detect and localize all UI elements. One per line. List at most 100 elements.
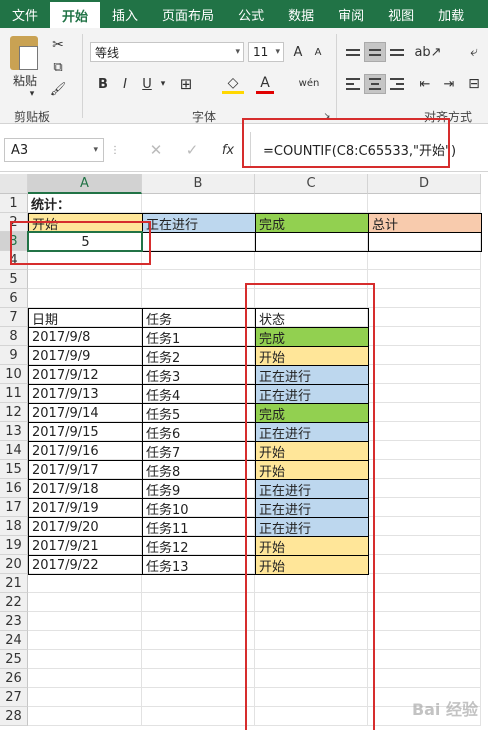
task-cell[interactable]: 任务1 (142, 327, 256, 347)
cell[interactable] (368, 555, 481, 574)
cell[interactable] (255, 289, 368, 308)
cell[interactable] (28, 688, 142, 707)
cut-icon[interactable]: ✂ (48, 36, 68, 54)
tab-0[interactable]: 文件 (0, 0, 50, 28)
cell[interactable] (28, 289, 142, 308)
cell[interactable] (255, 688, 368, 707)
paste-button[interactable]: 粘贴 (8, 72, 42, 88)
formula-input[interactable]: =COUNTIF(C8:C65533,"开始") (250, 132, 488, 166)
cell[interactable] (368, 422, 481, 441)
row-header[interactable]: 13 (0, 422, 28, 441)
cell[interactable] (28, 593, 142, 612)
cell[interactable] (142, 669, 255, 688)
paste-icon[interactable] (10, 36, 38, 70)
align-middle-icon[interactable] (364, 42, 386, 62)
wrap-text-icon[interactable]: ⤶ (462, 42, 486, 62)
align-right-icon[interactable] (386, 74, 408, 94)
cell[interactable] (255, 669, 368, 688)
cell[interactable] (28, 270, 142, 289)
status-cell[interactable]: 开始 (255, 555, 369, 575)
status-cell[interactable]: 正在进行 (255, 498, 369, 518)
date-cell[interactable]: 2017/9/9 (28, 346, 143, 366)
date-cell[interactable]: 2017/9/21 (28, 536, 143, 556)
row-header[interactable]: 20 (0, 555, 28, 574)
row-header[interactable]: 5 (0, 270, 28, 289)
fill-color-icon[interactable]: ◇ (222, 74, 244, 94)
task-cell[interactable]: 任务5 (142, 403, 256, 423)
cell[interactable] (368, 574, 481, 593)
summary-header-cell[interactable]: 完成 (255, 213, 369, 233)
chevron-down-icon[interactable]: ▾ (158, 74, 168, 94)
status-cell[interactable]: 开始 (255, 441, 369, 461)
cell[interactable] (255, 707, 368, 726)
tab-1[interactable]: 开始 (50, 2, 101, 28)
column-header-a[interactable]: A (28, 174, 142, 194)
cell[interactable] (142, 270, 255, 289)
underline-button[interactable]: U (138, 74, 156, 94)
cell[interactable] (368, 441, 481, 460)
insert-function-button[interactable]: fx (218, 140, 238, 160)
date-cell[interactable]: 2017/9/19 (28, 498, 143, 518)
task-cell[interactable]: 任务6 (142, 422, 256, 442)
column-header-c[interactable]: C (255, 174, 368, 194)
cell[interactable] (368, 403, 481, 422)
drag-handle-icon[interactable]: ⋮ (110, 142, 120, 158)
cell[interactable] (28, 669, 142, 688)
align-center-icon[interactable] (364, 74, 386, 94)
status-cell[interactable]: 开始 (255, 460, 369, 480)
cell[interactable] (142, 707, 255, 726)
column-header-b[interactable]: B (142, 174, 255, 194)
row-header[interactable]: 1 (0, 194, 28, 213)
phonetic-button[interactable]: wén (296, 72, 322, 94)
cell[interactable] (28, 650, 142, 669)
row-header[interactable]: 28 (0, 707, 28, 726)
summary-header-cell[interactable]: 正在进行 (142, 213, 256, 233)
cell[interactable] (368, 289, 481, 308)
summary-title[interactable]: 统计： (28, 194, 142, 213)
summary-value-cell[interactable] (142, 232, 256, 252)
tab-5[interactable]: 数据 (276, 0, 326, 28)
status-cell[interactable]: 正在进行 (255, 365, 369, 385)
row-header[interactable]: 16 (0, 479, 28, 498)
row-header[interactable]: 6 (0, 289, 28, 308)
cell[interactable] (142, 650, 255, 669)
row-header[interactable]: 2 (0, 213, 28, 232)
status-cell[interactable]: 完成 (255, 327, 369, 347)
tab-8[interactable]: 加载 (426, 0, 476, 28)
task-cell[interactable]: 任务11 (142, 517, 256, 537)
cell[interactable] (255, 270, 368, 289)
count-result-cell[interactable]: 5 (28, 232, 143, 252)
merge-cells-icon[interactable]: ⊟ (462, 74, 486, 94)
tab-2[interactable]: 插入 (100, 0, 150, 28)
bold-button[interactable]: B (94, 74, 112, 94)
cell[interactable] (142, 194, 255, 213)
date-cell[interactable]: 2017/9/22 (28, 555, 143, 575)
name-box[interactable]: A3 ▾ (4, 138, 104, 162)
task-cell[interactable]: 任务7 (142, 441, 256, 461)
row-header[interactable]: 18 (0, 517, 28, 536)
copy-icon[interactable]: ⧉ (48, 58, 68, 76)
chevron-down-icon[interactable]: ▾ (24, 88, 40, 100)
cell[interactable] (255, 194, 368, 213)
status-cell[interactable]: 正在进行 (255, 517, 369, 537)
row-header[interactable]: 7 (0, 308, 28, 327)
task-cell[interactable]: 任务8 (142, 460, 256, 480)
column-header-d[interactable]: D (368, 174, 481, 194)
row-header[interactable]: 3 (0, 232, 28, 251)
cell[interactable] (368, 194, 481, 213)
cell[interactable] (368, 460, 481, 479)
row-header[interactable]: 17 (0, 498, 28, 517)
summary-header-cell[interactable]: 开始 (28, 213, 143, 233)
cell[interactable] (368, 650, 481, 669)
cell[interactable] (368, 536, 481, 555)
enter-icon[interactable]: ✓ (182, 140, 202, 160)
date-cell[interactable]: 2017/9/15 (28, 422, 143, 442)
date-cell[interactable]: 2017/9/20 (28, 517, 143, 537)
font-size-select[interactable]: 11 ▾ (248, 42, 284, 62)
cell[interactable] (142, 688, 255, 707)
row-header[interactable]: 23 (0, 612, 28, 631)
row-header[interactable]: 26 (0, 669, 28, 688)
cell[interactable] (368, 346, 481, 365)
cell[interactable] (368, 517, 481, 536)
increase-indent-icon[interactable]: ⇥ (438, 74, 460, 94)
